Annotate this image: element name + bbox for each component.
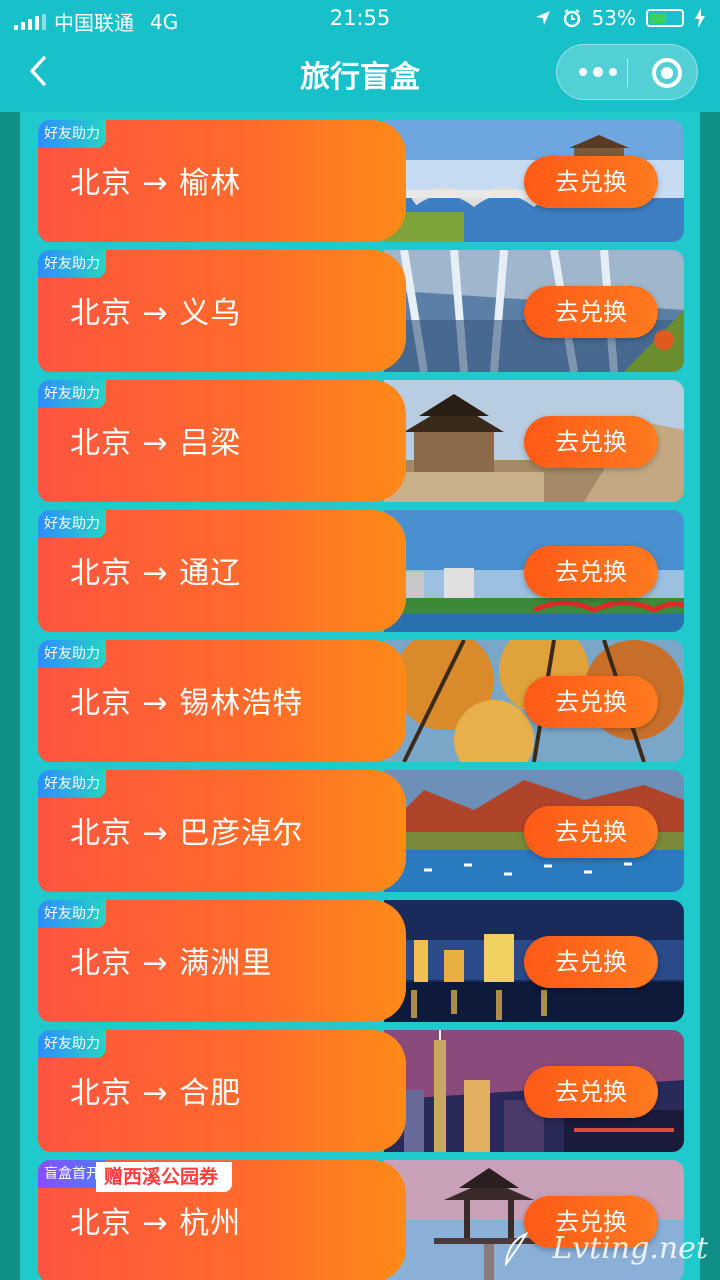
blind-box-list: 北京 → 榆林 好友助力 去兑换 北京 → 义乌 好友助力 去兑换 北京 → 吕… xyxy=(20,112,700,1280)
route-label: 北京 → 义乌 xyxy=(70,296,242,331)
route-label: 北京 → 吕梁 xyxy=(70,426,242,461)
leaf-icon xyxy=(504,1232,528,1266)
friend-help-badge: 好友助力 xyxy=(38,380,106,408)
redeem-button[interactable]: 去兑换 xyxy=(524,416,658,468)
redeem-button[interactable]: 去兑换 xyxy=(524,546,658,598)
route-card[interactable]: 北京 → 锡林浩特 好友助力 去兑换 xyxy=(38,640,684,762)
battery-percent: 53% xyxy=(591,6,636,30)
redeem-button[interactable]: 去兑换 xyxy=(524,676,658,728)
redeem-button[interactable]: 去兑换 xyxy=(524,286,658,338)
friend-help-badge: 好友助力 xyxy=(38,640,106,668)
promo-label: 赠西溪公园券 xyxy=(96,1162,233,1192)
battery-icon xyxy=(646,9,684,27)
charging-icon xyxy=(695,8,705,28)
target-icon[interactable] xyxy=(652,58,682,88)
friend-help-badge: 好友助力 xyxy=(38,250,106,278)
route-label: 北京 → 杭州 xyxy=(70,1206,242,1241)
route-card[interactable]: 北京 → 义乌 好友助力 去兑换 xyxy=(38,250,684,372)
redeem-button[interactable]: 去兑换 xyxy=(524,806,658,858)
friend-help-badge: 好友助力 xyxy=(38,510,106,538)
route-card[interactable]: 北京 → 吕梁 好友助力 去兑换 xyxy=(38,380,684,502)
redeem-button[interactable]: 去兑换 xyxy=(524,936,658,988)
route-card[interactable]: 北京 → 满洲里 好友助力 去兑换 xyxy=(38,900,684,1022)
status-bar: 中国联通 4G 21:55 53% xyxy=(0,0,720,36)
route-label: 北京 → 通辽 xyxy=(70,556,242,591)
route-label: 北京 → 锡林浩特 xyxy=(70,686,304,721)
friend-help-badge: 好友助力 xyxy=(38,900,106,928)
watermark: Lvting.net xyxy=(552,1231,708,1266)
route-card[interactable]: 北京 → 巴彦淖尔 好友助力 去兑换 xyxy=(38,770,684,892)
alarm-icon xyxy=(563,9,580,28)
friend-help-badge: 好友助力 xyxy=(38,1030,106,1058)
route-card[interactable]: 北京 → 通辽 好友助力 去兑换 xyxy=(38,510,684,632)
redeem-button[interactable]: 去兑换 xyxy=(524,1066,658,1118)
route-card[interactable]: 北京 → 合肥 好友助力 去兑换 xyxy=(38,1030,684,1152)
top-bar: 中国联通 4G 21:55 53% 旅行盲盒 xyxy=(0,0,720,112)
redeem-button[interactable]: 去兑换 xyxy=(524,156,658,208)
route-label: 北京 → 榆林 xyxy=(70,166,242,201)
mini-program-capsule xyxy=(556,44,698,100)
friend-help-badge: 好友助力 xyxy=(38,770,106,798)
route-card[interactable]: 北京 → 榆林 好友助力 去兑换 xyxy=(38,120,684,242)
capsule-divider xyxy=(627,59,628,87)
route-label: 北京 → 满洲里 xyxy=(70,946,273,981)
location-icon xyxy=(535,11,550,25)
more-dots-icon[interactable] xyxy=(579,67,617,77)
nav-bar: 旅行盲盒 xyxy=(0,40,720,104)
friend-help-badge: 好友助力 xyxy=(38,120,106,148)
route-label: 北京 → 巴彦淖尔 xyxy=(70,816,304,851)
route-label: 北京 → 合肥 xyxy=(70,1076,242,1111)
